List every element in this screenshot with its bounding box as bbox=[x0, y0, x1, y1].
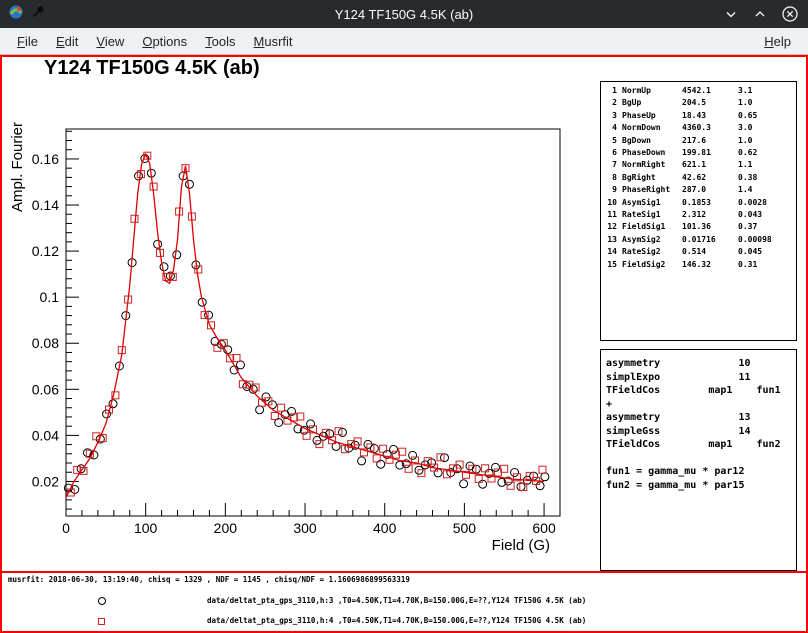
legend-row: data/deltat_pta_gps_3110,h:4 ,T0=4.50K,T… bbox=[2, 615, 806, 627]
menu-item-options[interactable]: Options bbox=[133, 34, 196, 49]
menu-item-file[interactable]: File bbox=[8, 34, 47, 49]
menu-item-view[interactable]: View bbox=[87, 34, 133, 49]
menu-item-musrfit[interactable]: Musrfit bbox=[245, 34, 302, 49]
menubar: FileEditViewOptionsToolsMusrfit Help bbox=[0, 28, 808, 55]
legend-marker-circle bbox=[98, 597, 106, 605]
legend: data/deltat_pta_gps_3110,h:3 ,T0=4.50K,T… bbox=[2, 57, 806, 631]
root-canvas[interactable]: Y124 TF150G 4.5K (ab) 010020030040050060… bbox=[0, 55, 808, 633]
pin-icon bbox=[31, 5, 45, 24]
menu-item-edit[interactable]: Edit bbox=[47, 34, 87, 49]
close-button[interactable] bbox=[781, 5, 799, 23]
legend-label: data/deltat_pta_gps_3110,h:3 ,T0=4.50K,T… bbox=[207, 596, 586, 605]
legend-label: data/deltat_pta_gps_3110,h:4 ,T0=4.50K,T… bbox=[207, 616, 586, 625]
window-title: Y124 TF150G 4.5K (ab) bbox=[0, 7, 808, 22]
menu-item-help[interactable]: Help bbox=[755, 34, 800, 49]
legend-row: data/deltat_pta_gps_3110,h:3 ,T0=4.50K,T… bbox=[2, 595, 806, 607]
legend-marker-square bbox=[98, 618, 105, 625]
app-icon[interactable] bbox=[8, 4, 24, 25]
maximize-button[interactable] bbox=[752, 6, 768, 22]
menu-item-tools[interactable]: Tools bbox=[196, 34, 244, 49]
minimize-button[interactable] bbox=[723, 6, 739, 22]
titlebar: Y124 TF150G 4.5K (ab) bbox=[0, 0, 808, 28]
